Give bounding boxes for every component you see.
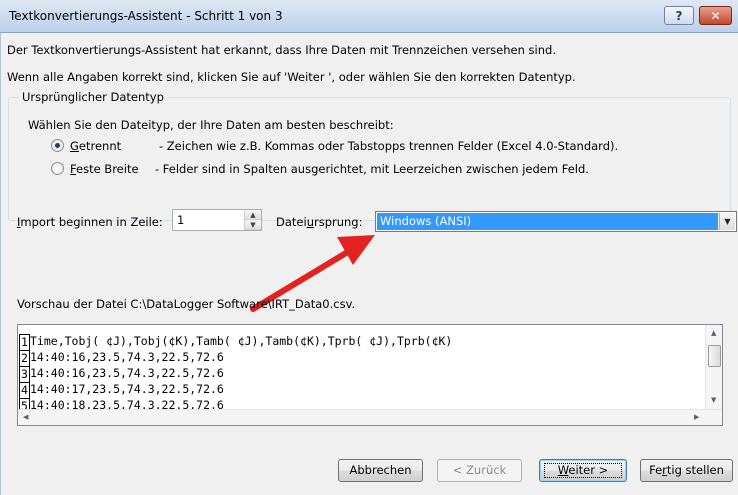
spin-up-icon[interactable]: ▲ xyxy=(245,210,261,220)
close-button[interactable]: ✕ xyxy=(699,6,732,25)
scroll-down-icon[interactable]: ▼ xyxy=(711,396,716,404)
chevron-down-icon[interactable]: ▼ xyxy=(719,213,735,230)
import-row-label: Import beginnen in Zeile: xyxy=(17,215,163,229)
file-preview[interactable]: 1 Time,Tobj( ¢J),Tobj(¢K),Tamb( ¢J),Tamb… xyxy=(17,324,723,426)
back-button[interactable]: < Zurück xyxy=(437,459,522,482)
radio-fixed-width-label[interactable]: Feste Breite xyxy=(70,162,139,176)
preview-row-number: 1 xyxy=(19,334,30,350)
scroll-thumb[interactable] xyxy=(708,345,721,367)
preview-row: 3 14:40:16,23.5,74.3,22.5,72.6 xyxy=(19,366,224,382)
preview-row-text: 14:40:17,23.5,74.3,22.5,72.6 xyxy=(30,382,224,396)
preview-row: 2 14:40:16,23.5,74.3,22.5,72.6 xyxy=(19,350,224,366)
file-origin-value: Windows (ANSI) xyxy=(377,213,718,230)
datatype-group xyxy=(8,97,731,221)
datatype-prompt: Wählen Sie den Dateityp, der Ihre Daten … xyxy=(28,118,394,132)
finish-button[interactable]: Fertig stellen xyxy=(640,459,733,482)
window-title: Textkonvertierungs-Assistent - Schritt 1… xyxy=(9,9,283,23)
dialog-body: Der Textkonvertierungs-Assistent hat erk… xyxy=(0,33,738,495)
intro-line-2: Wenn alle Angaben korrekt sind, klicken … xyxy=(7,70,576,84)
preview-row-text: 14:40:16,23.5,74.3,22.5,72.6 xyxy=(30,350,224,364)
title-bar: Textkonvertierungs-Assistent - Schritt 1… xyxy=(0,0,738,33)
cancel-button[interactable]: Abbrechen xyxy=(338,459,423,482)
radio-fixed-width[interactable] xyxy=(51,162,64,175)
preview-row: 4 14:40:17,23.5,74.3,22.5,72.6 xyxy=(19,382,224,398)
preview-row: 1 Time,Tobj( ¢J),Tobj(¢K),Tamb( ¢J),Tamb… xyxy=(19,334,452,350)
scroll-left-icon[interactable]: ◀ xyxy=(23,413,28,421)
preview-row-number: 4 xyxy=(19,382,30,398)
preview-row-number: 2 xyxy=(19,350,30,366)
arrow-head-icon xyxy=(337,235,375,265)
preview-row-text: Time,Tobj( ¢J),Tobj(¢K),Tamb( ¢J),Tamb(¢… xyxy=(30,334,453,348)
help-button[interactable]: ? xyxy=(664,6,694,25)
radio-delimited[interactable] xyxy=(51,139,64,152)
preview-vertical-scrollbar[interactable]: ▲ ▼ xyxy=(705,325,722,410)
datatype-group-label: Ursprünglicher Datentyp xyxy=(19,90,167,104)
preview-row-text: 14:40:16,23.5,74.3,22.5,72.6 xyxy=(30,366,224,380)
scroll-up-icon[interactable]: ▲ xyxy=(711,329,716,337)
radio-fixed-width-description: - Felder sind in Spalten ausgerichtet, m… xyxy=(155,162,589,176)
radio-selected-dot xyxy=(55,143,60,148)
preview-label: Vorschau der Datei C:\DataLogger Softwar… xyxy=(17,297,356,311)
next-button[interactable]: Weiter > xyxy=(539,459,627,482)
radio-delimited-label[interactable]: Getrennt xyxy=(70,139,121,153)
radio-delimited-description: - Zeichen wie z.B. Kommas oder Tabstopps… xyxy=(159,139,619,153)
preview-horizontal-scrollbar[interactable]: ◀ ▶ xyxy=(18,409,722,425)
file-origin-select[interactable]: Windows (ANSI) ▼ xyxy=(375,211,737,232)
intro-line-1: Der Textkonvertierungs-Assistent hat erk… xyxy=(7,43,556,57)
preview-row-number: 3 xyxy=(19,366,30,382)
scroll-right-icon[interactable]: ▶ xyxy=(694,413,699,421)
